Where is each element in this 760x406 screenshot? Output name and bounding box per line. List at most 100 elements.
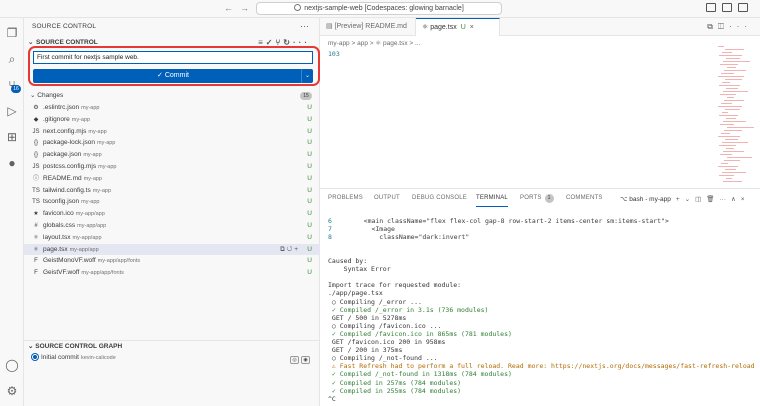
settings-icon[interactable]: ⚙	[5, 384, 19, 398]
terminal-name[interactable]: bash - my-app	[629, 196, 671, 203]
toggle-secondary-sidebar-icon[interactable]	[738, 3, 748, 12]
file-row[interactable]: {} package.json my-app U	[24, 149, 320, 161]
file-row[interactable]: TS tailwind.config.ts my-app U	[24, 185, 320, 197]
file-row[interactable]: {} package-lock.json my-app U	[24, 137, 320, 149]
file-row[interactable]: ⚛ page.tsx my-app/app ⧉↺+ U	[24, 243, 320, 256]
back-button[interactable]: ←	[224, 3, 233, 13]
breadcrumb-item[interactable]: my-app	[328, 40, 350, 47]
split-editor-icon[interactable]: ◫	[718, 22, 729, 31]
minimap-line	[724, 70, 746, 71]
refresh-icon[interactable]: ↻	[283, 38, 293, 47]
files-icon[interactable]: ❐	[5, 26, 19, 40]
toggle-sidebar-icon[interactable]	[706, 3, 716, 12]
terminal-line-text: Caused by:	[328, 257, 368, 266]
close-icon[interactable]: ×	[470, 24, 474, 31]
terminal-line: ○ Compiling /_error ...	[328, 298, 756, 306]
graph-commit-row[interactable]: Initial commit kevin-calicode ◎ ◉	[24, 352, 320, 364]
minimap[interactable]	[714, 46, 754, 186]
github-icon[interactable]: ●	[5, 156, 19, 170]
minimap-line	[719, 145, 736, 146]
stage-icon[interactable]: +	[294, 246, 300, 253]
minimap-line	[725, 139, 738, 140]
maximize-icon[interactable]: ∧	[731, 196, 736, 203]
breadcrumb-item[interactable]: page.tsx	[383, 40, 408, 47]
file-name: .eslintrc.json	[43, 104, 80, 111]
account-icon[interactable]: ◯	[5, 358, 19, 372]
code-line: 6 <main className="flex flex-col gap-8 r…	[328, 217, 669, 225]
source-control-graph-header[interactable]: ⌄ SOURCE CONTROL GRAPH	[24, 340, 320, 352]
terminal-output[interactable]: Caused by: Syntax Error Import trace for …	[328, 249, 756, 403]
file-status: U	[307, 104, 312, 111]
minimap-line	[727, 67, 736, 68]
terminal-line-text: ○ Compiling /_error ...	[328, 297, 422, 306]
terminal-line-text: ○ Compiling /_not-found ...	[328, 354, 438, 363]
file-status: U	[307, 233, 312, 241]
commit-message-input[interactable]: First commit for nextjs sample web.	[33, 51, 313, 64]
file-row[interactable]: F GeistMonoVF.woff my-app/app/fonts U	[24, 255, 320, 267]
more-actions-icon[interactable]: ···	[300, 21, 309, 31]
chevron-down-icon[interactable]: ⌄	[685, 196, 690, 203]
run-debug-icon[interactable]: ▷	[5, 104, 19, 118]
tab-comments[interactable]: COMMENTS	[566, 189, 603, 207]
extensions-icon[interactable]: ⊞	[5, 130, 19, 144]
file-row[interactable]: JS postcss.config.mjs my-app U	[24, 161, 320, 173]
minimap-line	[724, 160, 740, 161]
tab-ports[interactable]: PORTS 1	[520, 189, 554, 207]
file-path: my-app	[81, 105, 100, 111]
source-control-section-header[interactable]: ⌄ SOURCE CONTROL ≡✓⑂↻···	[24, 37, 320, 49]
file-row[interactable]: ◆ .gitignore my-app U	[24, 114, 320, 126]
forward-button[interactable]: →	[240, 3, 249, 13]
file-row[interactable]: F GeistVF.woff my-app/app/fonts U	[24, 267, 320, 279]
tab-page-tsx[interactable]: ⚛ page.tsx U ×	[416, 18, 500, 36]
minimap-line	[723, 61, 750, 62]
minimap-line	[727, 157, 752, 158]
remote-icon[interactable]: ◎	[290, 356, 299, 364]
minimap-line	[724, 100, 744, 101]
file-row[interactable]: JS next.config.mjs my-app U	[24, 126, 320, 138]
search-icon[interactable]: ⌕	[5, 52, 19, 66]
file-name: page.tsx	[43, 245, 68, 253]
terminal-line: GET / 500 in 5278ms	[328, 314, 756, 322]
file-path: my-app/app	[75, 211, 105, 218]
more-icon[interactable]: ···	[729, 22, 752, 31]
file-path: my-app	[97, 140, 116, 147]
tab-readme-preview[interactable]: ▤ [Preview] README.md	[320, 18, 416, 36]
tab-modified-marker: U	[460, 24, 466, 31]
code-line-text: className="dark:invert"	[348, 233, 470, 242]
tab-terminal[interactable]: TERMINAL	[476, 189, 508, 207]
source-control-icon[interactable]: ⑂16	[5, 78, 21, 93]
tab-output[interactable]: OUTPUT	[374, 189, 400, 207]
file-row[interactable]: ★ favicon.ico my-app/app U	[24, 208, 320, 220]
breadcrumb-item[interactable]: app	[357, 40, 368, 47]
commit-button[interactable]: ✓ Commit ⌄	[33, 69, 313, 83]
file-row[interactable]: ⚛ layout.tsx my-app/app U	[24, 232, 320, 244]
activity-bar: ❐ ⌕ ⑂16 ▷ ⊞ ● ◯ ⚙	[0, 18, 24, 406]
close-icon[interactable]: ×	[741, 196, 745, 203]
file-row[interactable]: # globals.css my-app/app U	[24, 220, 320, 232]
file-row[interactable]: ⓘ README.md my-app U	[24, 173, 320, 185]
toggle-panel-icon[interactable]	[722, 3, 732, 12]
commit-dropdown-chevron-icon[interactable]: ⌄	[301, 69, 313, 83]
breadcrumb-item[interactable]: ...	[415, 40, 420, 47]
view-as-tree-icon[interactable]: ≡	[258, 38, 266, 47]
editor-tabs: ▤ [Preview] README.md ⚛ page.tsx U × ⧉◫···	[320, 18, 760, 36]
command-center[interactable]: nextjs-sample-web [Codespaces: glowing b…	[256, 2, 502, 15]
file-row[interactable]: ⚙ .eslintrc.json my-app U	[24, 102, 320, 114]
more-icon[interactable]: ···	[293, 38, 310, 47]
open-file-icon[interactable]: ⧉	[280, 246, 287, 253]
new-terminal-icon[interactable]: +	[676, 196, 680, 203]
tab-problems[interactable]: PROBLEMS	[328, 189, 363, 207]
file-path: my-app	[92, 187, 112, 194]
trash-icon[interactable]: 🗑	[706, 196, 714, 203]
open-changes-icon[interactable]: ⧉	[707, 22, 718, 31]
file-status: U	[307, 269, 312, 277]
file-row[interactable]: TS tsconfig.json my-app U	[24, 196, 320, 208]
graph-title: SOURCE CONTROL GRAPH	[35, 343, 123, 350]
split-terminal-icon[interactable]: ◫	[695, 196, 701, 203]
minimap-line	[719, 115, 738, 116]
more-icon[interactable]: ···	[720, 196, 727, 203]
file-status: U	[307, 257, 312, 265]
changes-group-header[interactable]: ⌄ Changes 15	[24, 90, 320, 101]
tab-debug-console[interactable]: DEBUG CONSOLE	[412, 189, 467, 207]
branch-target-icon[interactable]: ◉	[301, 356, 310, 364]
